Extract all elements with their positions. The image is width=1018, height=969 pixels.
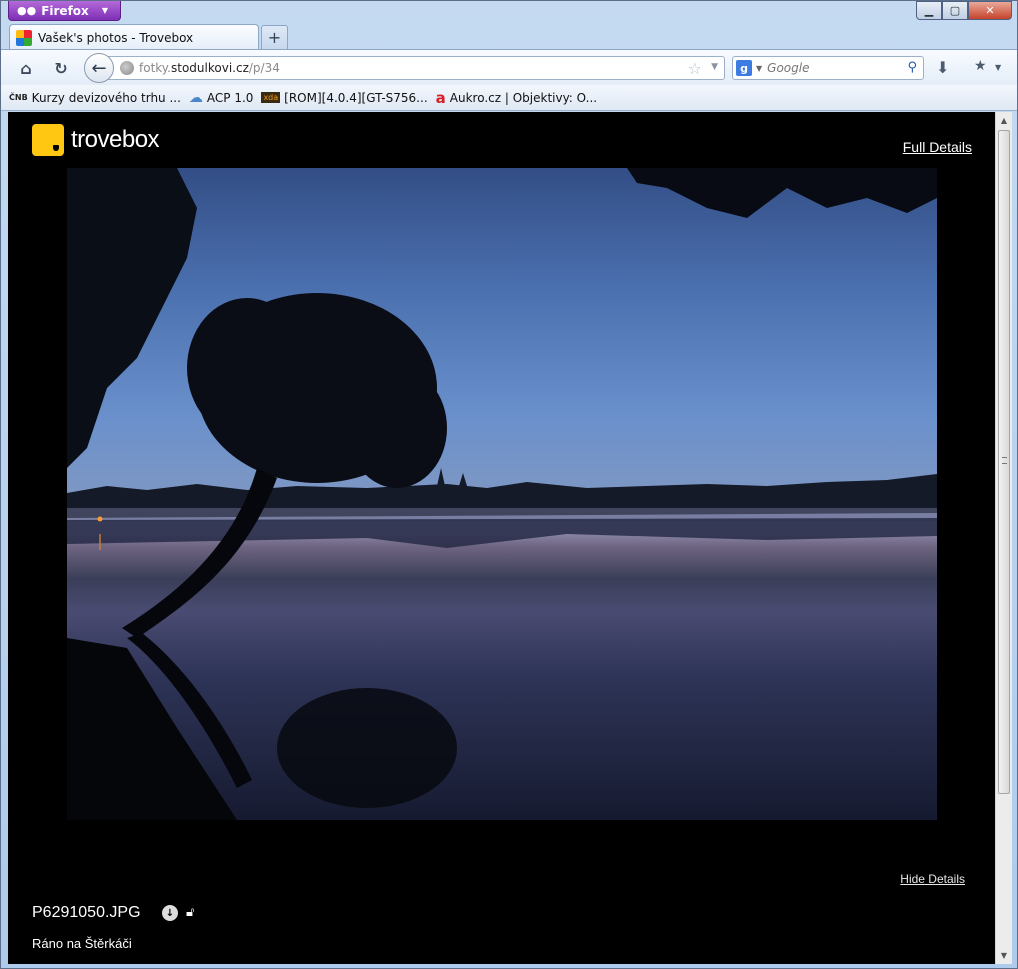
photo-caption: Ráno na Štěrkáči <box>32 936 132 951</box>
scroll-down-icon[interactable]: ▼ <box>996 947 1012 964</box>
page-content: trovebox Full Details Hide Details P6291… <box>8 112 995 964</box>
maximize-button[interactable]: ▢ <box>942 1 968 20</box>
cnb-icon: ČNB <box>9 93 28 102</box>
search-bar[interactable]: g ▼ ⚲ <box>732 56 924 80</box>
photo-actions: ↓ 🔓︎ <box>162 905 194 921</box>
search-input[interactable] <box>767 61 898 75</box>
tab-title: Vašek's photos - Trovebox <box>38 30 194 45</box>
poplar-trees <box>437 468 467 486</box>
chevron-down-icon[interactable]: ▼ <box>995 63 1001 72</box>
firefox-menu-button[interactable]: ●● Firefox ▼ <box>8 1 121 21</box>
aukro-icon: a <box>435 88 446 107</box>
leaning-tree-crown-right <box>347 368 447 488</box>
bookmarks-menu-icon[interactable]: ★ <box>974 58 987 74</box>
grip-icon <box>1002 457 1007 464</box>
tree-reflection <box>277 688 457 808</box>
trovebox-logo-icon <box>32 124 64 156</box>
cloud-icon: ☁ <box>188 89 203 106</box>
bookmark-acp[interactable]: ☁ ACP 1.0 <box>189 90 254 106</box>
reload-icon[interactable]: ↻ <box>50 57 72 79</box>
bookmark-kurzy[interactable]: ČNB Kurzy devizového trhu ... <box>9 91 181 105</box>
bookmark-rom[interactable]: xda [ROM][4.0.4][GT-S756... <box>261 91 428 105</box>
home-icon[interactable]: ⌂ <box>15 57 37 79</box>
bookmark-star-icon[interactable]: ☆ <box>688 59 702 78</box>
window-controls: ▁ ▢ ✕ <box>916 1 1012 20</box>
left-tree-foliage <box>67 168 197 468</box>
mask-icon: ●● <box>17 4 37 17</box>
full-details-link[interactable]: Full Details <box>903 139 972 155</box>
bookmarks-toolbar: ČNB Kurzy devizového trhu ... ☁ ACP 1.0 … <box>1 85 1017 111</box>
light-reflection <box>99 534 101 550</box>
globe-icon <box>120 61 134 75</box>
download-icon[interactable]: ⬇ <box>936 58 949 77</box>
new-tab-button[interactable]: + <box>261 25 288 49</box>
hide-details-link[interactable]: Hide Details <box>900 872 965 886</box>
bookmark-aukro[interactable]: a Aukro.cz | Objektivy: O... <box>436 89 597 107</box>
title-bar: ●● Firefox ▼ ▁ ▢ ✕ <box>1 1 1017 23</box>
scroll-thumb[interactable] <box>998 130 1010 794</box>
scroll-up-icon[interactable]: ▲ <box>996 112 1012 129</box>
search-icon[interactable]: ⚲ <box>907 60 917 75</box>
chevron-down-icon: ▼ <box>101 6 108 15</box>
favicon-icon <box>16 29 32 46</box>
leaning-tree-crown-left <box>187 298 307 438</box>
minimize-button[interactable]: ▁ <box>916 1 942 20</box>
xda-icon: xda <box>261 92 281 103</box>
photo-scene <box>67 168 937 820</box>
close-button[interactable]: ✕ <box>968 1 1012 20</box>
photo[interactable] <box>67 168 937 820</box>
navigation-toolbar: ⌂ ↻ ← fotky.stodulkovi.cz/p/34 ☆ ▼ g ▼ ⚲… <box>1 49 1017 85</box>
url-text: fotky.stodulkovi.cz/p/34 <box>139 61 280 75</box>
vertical-scrollbar[interactable]: ▲ ▼ <box>995 112 1012 964</box>
shore-reflection <box>67 518 937 548</box>
google-icon[interactable]: g <box>736 60 752 76</box>
browser-window: ●● Firefox ▼ ▁ ▢ ✕ Vašek's photos - Trov… <box>0 0 1018 969</box>
unlock-icon[interactable]: 🔓︎ <box>186 905 194 921</box>
tab-strip: Vašek's photos - Trovebox + <box>1 23 1017 50</box>
search-engine-caret-icon[interactable]: ▼ <box>756 64 762 73</box>
url-history-dropdown-icon[interactable]: ▼ <box>711 62 718 72</box>
url-bar[interactable]: fotky.stodulkovi.cz/p/34 ☆ ▼ <box>101 56 725 80</box>
tab-active[interactable]: Vašek's photos - Trovebox <box>9 24 259 50</box>
photo-filename: P6291050.JPG <box>32 904 141 921</box>
logo-text: trovebox <box>71 126 160 153</box>
trovebox-logo[interactable]: trovebox <box>32 124 160 156</box>
firefox-menu-label: Firefox <box>41 3 89 18</box>
back-button[interactable]: ← <box>84 53 114 83</box>
download-icon[interactable]: ↓ <box>162 905 178 921</box>
shore-light <box>97 516 103 522</box>
top-branches <box>627 168 937 218</box>
